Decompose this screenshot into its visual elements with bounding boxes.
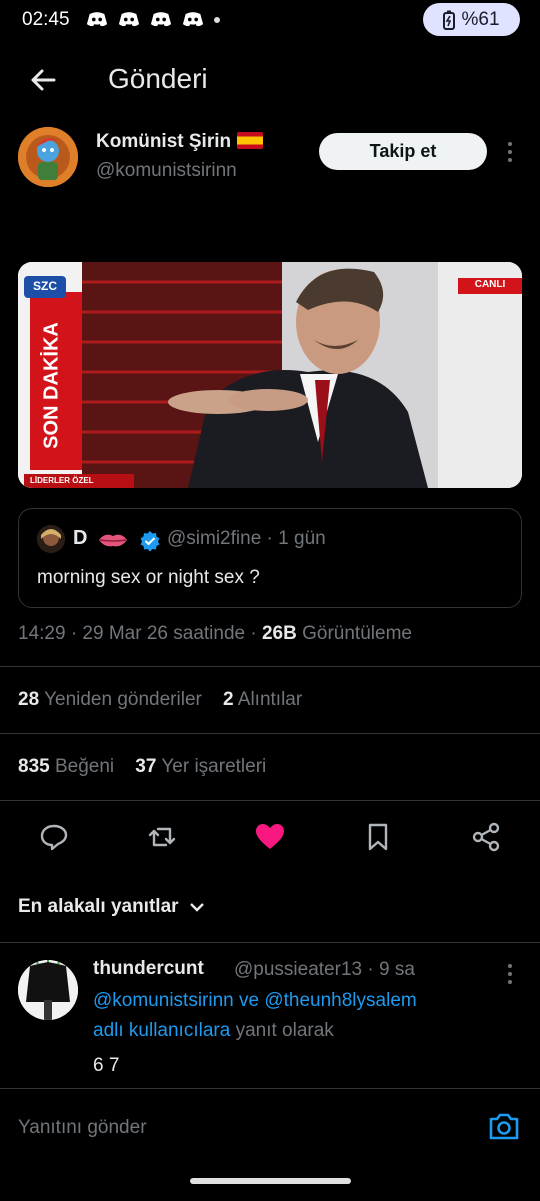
chevron-down-icon xyxy=(189,903,204,912)
divider xyxy=(0,942,540,943)
battery-level: %61 xyxy=(461,8,500,30)
discord-icon xyxy=(182,12,204,27)
quoted-post[interactable]: D @simi2fine · 1 gün morning sex or nigh… xyxy=(18,508,522,608)
bookmarks-label: Yer işaretleri xyxy=(161,756,267,777)
spain-flag-icon xyxy=(237,132,264,149)
channel-logo: SZC xyxy=(33,279,57,293)
divider xyxy=(0,733,540,734)
quotes-stat[interactable]: 2 Alıntılar xyxy=(223,689,302,710)
page-title: Gönderi xyxy=(108,63,208,94)
gesture-home-bar[interactable] xyxy=(190,1178,351,1184)
views-label: Görüntüleme xyxy=(302,623,412,644)
lips-emoji-icon xyxy=(99,534,127,547)
reply-icon[interactable] xyxy=(38,821,70,853)
discord-icon xyxy=(86,12,108,27)
post-time: 14:29 · 29 Mar 26 saatinde · xyxy=(18,623,257,644)
likes-count: 835 xyxy=(18,756,50,777)
divider xyxy=(0,666,540,667)
quotes-label: Alıntılar xyxy=(237,689,303,710)
quoted-handle: @simi2fine xyxy=(167,528,262,549)
top-app-bar: Gönderi xyxy=(0,55,540,105)
post-video-thumbnail[interactable]: SZC SON DAKİKA CANLI LİDERLER ÖZEL xyxy=(18,262,522,488)
reply-text: 6 7 xyxy=(93,1055,120,1076)
bookmark-icon[interactable] xyxy=(362,821,394,853)
like-bookmark-stats: 835 Beğeni 37 Yer işaretleri xyxy=(18,756,266,778)
replies-sort-dropdown[interactable]: En alakalı yanıtlar xyxy=(18,896,205,918)
quoted-text: morning sex or night sex ? xyxy=(37,567,260,588)
reply-users-link[interactable]: adlı kullanıcılara xyxy=(93,1020,230,1041)
discord-icon xyxy=(150,12,172,27)
reply-more-options-icon[interactable] xyxy=(506,963,514,985)
smurf-avatar-image xyxy=(18,127,78,187)
reply-avatar-image xyxy=(18,960,78,1020)
breaking-news-banner: SON DAKİKA xyxy=(40,322,63,449)
back-arrow-icon[interactable] xyxy=(28,65,58,95)
divider xyxy=(0,800,540,801)
bookmarks-count: 37 xyxy=(135,756,157,777)
reposts-label: Yeniden gönderiler xyxy=(44,689,202,710)
quoted-time: · 1 gün xyxy=(266,528,326,549)
reposts-stat[interactable]: 28 Yeniden gönderiler xyxy=(18,689,202,710)
post-actions-bar xyxy=(0,815,540,859)
share-icon[interactable] xyxy=(470,821,502,853)
status-bar: 02:45 %61 xyxy=(0,0,540,40)
reply-mentions-link[interactable]: @komunistsirinn ve @theunh8lysalem xyxy=(93,990,417,1012)
reply-context: adlı kullanıcılara yanıt olarak xyxy=(93,1020,334,1042)
status-time: 02:45 xyxy=(22,9,70,30)
news-broadcast-image xyxy=(18,262,522,488)
discord-icon xyxy=(118,12,140,27)
likes-stat[interactable]: 835 Beğeni xyxy=(18,756,114,777)
quoted-author-handle-time: @simi2fine · 1 gün xyxy=(167,528,326,550)
quoted-avatar-image xyxy=(37,525,65,553)
views-count: 26B xyxy=(261,623,297,644)
quoted-author-name: D xyxy=(73,527,88,549)
reply-context-text: yanıt olarak xyxy=(230,1020,334,1041)
notification-icons xyxy=(86,11,220,28)
follow-button[interactable]: Takip et xyxy=(319,133,487,170)
reply-input[interactable] xyxy=(18,1115,458,1141)
live-badge: CANLI xyxy=(474,279,506,290)
bookmarks-stat[interactable]: 37 Yer işaretleri xyxy=(135,756,266,777)
author-name[interactable]: Komünist Şirin xyxy=(96,131,264,153)
more-options-icon[interactable] xyxy=(506,141,514,163)
author-name-text: Komünist Şirin xyxy=(96,131,232,152)
repost-icon[interactable] xyxy=(146,821,178,853)
replies-sort-label: En alakalı yanıtlar xyxy=(18,896,179,917)
reposts-count: 28 xyxy=(18,689,40,710)
post-timestamp-views: 14:29 · 29 Mar 26 saatinde · 26B Görüntü… xyxy=(18,623,412,645)
repost-quote-stats: 28 Yeniden gönderiler 2 Alıntılar xyxy=(18,689,302,711)
verified-badge-icon xyxy=(140,531,160,552)
author-avatar[interactable] xyxy=(18,127,78,187)
quoted-author-avatar xyxy=(37,525,65,553)
like-heart-icon[interactable] xyxy=(254,821,286,853)
more-notifications-dot xyxy=(214,16,220,23)
reply-author-name[interactable]: thundercunt xyxy=(93,958,204,980)
reply-author-handle-time[interactable]: @pussieater13 · 9 sa xyxy=(234,959,415,981)
reply-composer xyxy=(0,1088,540,1201)
quotes-count: 2 xyxy=(222,689,234,710)
camera-icon[interactable] xyxy=(488,1111,520,1141)
battery-icon xyxy=(443,10,456,30)
program-name: LİDERLER ÖZEL xyxy=(30,476,94,485)
author-handle[interactable]: @komunistsirinn xyxy=(96,160,237,182)
likes-label: Beğeni xyxy=(54,756,115,777)
reply-author-avatar[interactable] xyxy=(18,960,78,1020)
battery-indicator: %61 xyxy=(423,3,520,36)
